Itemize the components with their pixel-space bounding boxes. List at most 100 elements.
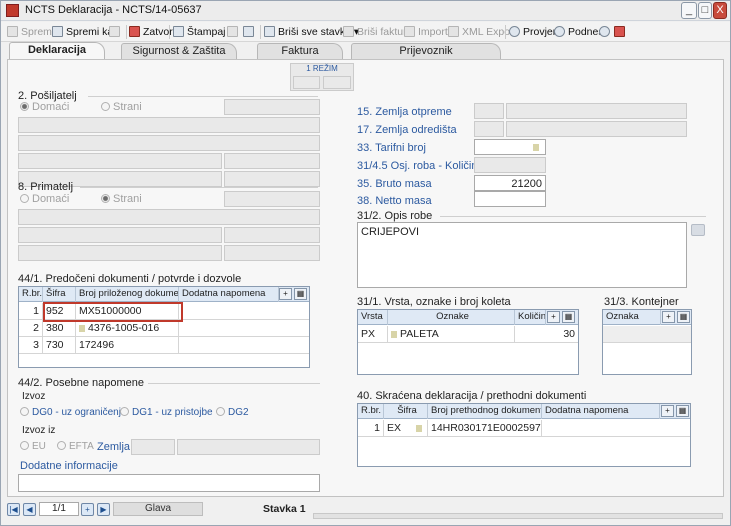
table-row[interactable]: PX PALETA 30 <box>358 326 578 343</box>
sifra-cell[interactable]: 380 <box>43 320 76 336</box>
column-header[interactable]: Šifra <box>384 404 428 419</box>
napomena-cell[interactable] <box>179 303 309 319</box>
grid-settings-icon[interactable]: ▦ <box>562 311 575 323</box>
column-header[interactable]: Vrsta <box>358 310 388 325</box>
prev-page-icon[interactable]: ◀ <box>23 503 36 516</box>
column-header[interactable]: R.br. <box>358 404 384 419</box>
maximize-button[interactable]: □ <box>698 2 712 19</box>
vrsta-cell[interactable]: PX <box>358 326 388 342</box>
posiljatelj-id-field[interactable] <box>224 99 320 115</box>
column-header[interactable]: Broj prethodnog dokumenta <box>428 404 542 419</box>
stampaj-button[interactable]: Štampaj ▾ <box>173 24 234 40</box>
napomena-cell[interactable] <box>179 320 309 336</box>
dg0-radio[interactable]: DG0 - uz ograničenja <box>20 407 127 418</box>
grid-settings-icon[interactable]: ▦ <box>677 311 690 323</box>
zemlja-naziv-field[interactable] <box>177 439 320 455</box>
table-row[interactable]: 1 EX 14HR030171E0002597 <box>358 420 690 437</box>
primatelj-naziv-field[interactable] <box>18 209 320 225</box>
column-header[interactable]: Količina <box>515 310 546 325</box>
posiljatelj-domaci-radio[interactable]: Domaći <box>20 101 69 113</box>
primatelj-extra-field[interactable] <box>224 245 320 261</box>
zemlja-otpreme-code-field[interactable] <box>474 103 504 119</box>
broj-cell[interactable]: 4376-1005-016 <box>76 320 179 336</box>
eu-label: EU <box>32 441 46 452</box>
column-header[interactable]: Oznake <box>388 310 515 325</box>
close-button[interactable]: X <box>713 2 727 19</box>
grid-settings-icon[interactable]: ▦ <box>294 288 307 300</box>
bruto-masa-input[interactable]: 21200 <box>474 175 546 191</box>
info-button[interactable] <box>599 24 613 40</box>
sifra-cell[interactable]: 730 <box>43 337 76 353</box>
next-page-icon[interactable]: ▶ <box>97 503 110 516</box>
primatelj-adresa-field[interactable] <box>18 227 222 243</box>
tab-deklaracija[interactable]: Deklaracija <box>9 42 105 60</box>
eu-radio[interactable]: EU <box>20 441 46 452</box>
column-header[interactable]: Broj priloženog dokumenta <box>76 287 179 302</box>
oznake-cell[interactable]: PALETA <box>388 326 515 342</box>
kolicina-cell[interactable]: 30 <box>515 326 578 342</box>
posiljatelj-mjesto-field[interactable] <box>18 153 222 169</box>
domaci-label: Domaći <box>32 193 70 205</box>
brisi-fakturu-button[interactable]: Briši fakturu <box>343 24 412 40</box>
zemlja-code-field[interactable] <box>131 439 175 455</box>
tab-sigurnost-zastita[interactable]: Sigurnost & Zaštita <box>121 43 237 59</box>
posiljatelj-postanski-field[interactable] <box>224 153 320 169</box>
opis-robe-textarea[interactable]: CRIJEPOVI <box>357 222 687 288</box>
calculator-button[interactable] <box>243 24 257 40</box>
column-header[interactable]: Oznaka <box>603 310 661 325</box>
rezim-field-1[interactable] <box>293 76 320 89</box>
primatelj-postanski-field[interactable] <box>224 227 320 243</box>
primatelj-id-field[interactable] <box>224 191 320 207</box>
help-button[interactable] <box>614 24 628 40</box>
add-row-icon[interactable]: + <box>547 311 560 323</box>
posiljatelj-adresa-field[interactable] <box>18 135 320 151</box>
posiljatelj-naziv-field[interactable] <box>18 117 320 133</box>
add-row-icon[interactable]: + <box>661 405 674 417</box>
primatelj-zemlja-field[interactable] <box>18 245 222 261</box>
posiljatelj-strani-radio[interactable]: Strani <box>101 101 142 113</box>
attach-icon[interactable] <box>691 224 705 236</box>
column-header[interactable]: Dodatna napomena <box>542 404 660 419</box>
zemlja-odredista-naziv-field[interactable] <box>506 121 687 137</box>
netto-masa-input[interactable] <box>474 191 546 207</box>
first-page-icon[interactable]: |◀ <box>7 503 20 516</box>
xml-export-button[interactable]: XML Export <box>448 24 516 40</box>
page-indicator[interactable]: 1/1 <box>39 502 79 516</box>
posiljatelj-extra-field[interactable] <box>224 171 320 187</box>
dodatne-informacije-input[interactable] <box>18 474 320 492</box>
napomena-cell[interactable] <box>542 420 690 436</box>
spremi-button[interactable]: Spremi <box>7 24 54 40</box>
column-header[interactable]: Dodatna napomena <box>179 287 279 302</box>
table-row[interactable]: 3 730 172496 <box>19 337 309 354</box>
add-page-icon[interactable]: + <box>81 503 94 516</box>
rezim-field-2[interactable] <box>323 76 351 89</box>
napomena-cell[interactable] <box>179 337 309 353</box>
zemlja-odredista-code-field[interactable] <box>474 121 504 137</box>
osj-roba-field[interactable] <box>474 157 546 173</box>
tab-prijevoznik[interactable]: Prijevoznik <box>351 43 501 59</box>
tab-faktura[interactable]: Faktura <box>257 43 343 59</box>
zemlja-otpreme-naziv-field[interactable] <box>506 103 687 119</box>
add-row-icon[interactable]: + <box>662 311 675 323</box>
copy-button[interactable] <box>227 24 241 40</box>
add-row-icon[interactable]: + <box>279 288 292 300</box>
dg2-radio[interactable]: DG2 <box>216 407 249 418</box>
horizontal-scrollbar[interactable] <box>313 513 723 519</box>
table-row[interactable] <box>603 326 691 343</box>
tarifni-broj-input[interactable] <box>474 139 546 155</box>
broj-cell[interactable]: 14HR030171E0002597 <box>428 420 542 436</box>
table-row[interactable]: 2 380 4376-1005-016 <box>19 320 309 337</box>
glava-tab[interactable]: Glava <box>113 502 203 516</box>
column-header[interactable]: Šifra <box>43 287 76 302</box>
print-preview-button[interactable] <box>109 24 123 40</box>
dg1-radio[interactable]: DG1 - uz pristojbe <box>120 407 213 418</box>
primatelj-strani-radio[interactable]: Strani <box>101 193 142 205</box>
primatelj-domaci-radio[interactable]: Domaći <box>20 193 69 205</box>
broj-cell[interactable]: 172496 <box>76 337 179 353</box>
sifra-cell[interactable]: EX <box>384 420 428 436</box>
minimize-button[interactable]: _ <box>681 2 697 19</box>
column-header[interactable]: R.br. <box>19 287 43 302</box>
efta-radio[interactable]: EFTA <box>57 441 94 452</box>
grid-settings-icon[interactable]: ▦ <box>676 405 689 417</box>
provjeri-button[interactable]: Provjeri <box>509 24 559 40</box>
